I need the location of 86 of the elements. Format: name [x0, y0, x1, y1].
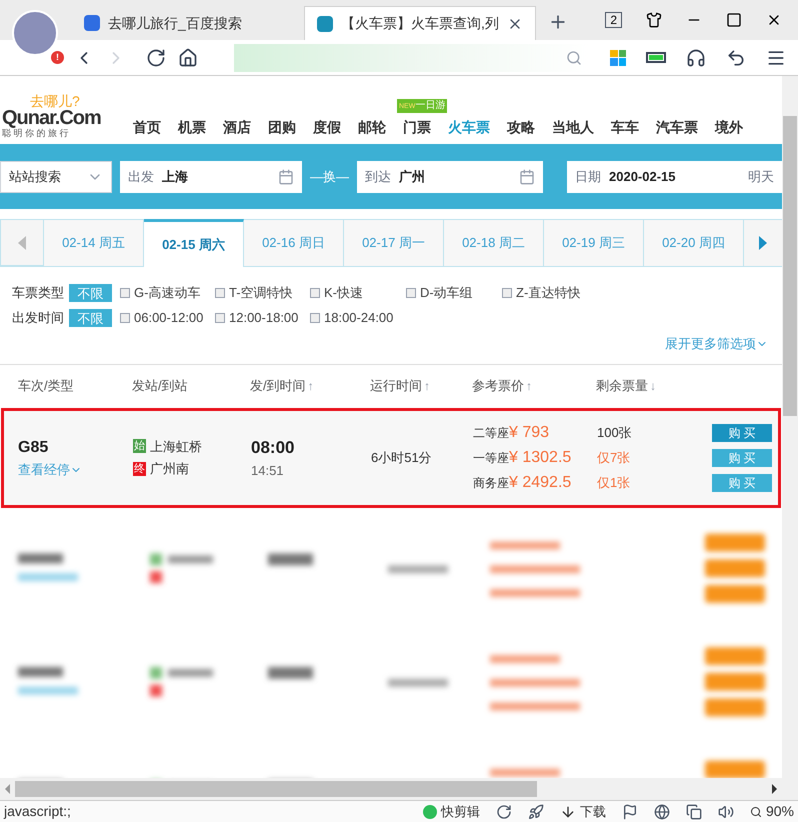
filter-checkbox[interactable]: 06:00-12:00 [120, 308, 215, 328]
nav-link[interactable]: 门票 [403, 119, 431, 135]
filter-checkbox[interactable]: K-快速 [310, 282, 406, 302]
arrival-station: 广州南 [150, 460, 189, 478]
departure-station: 上海虹桥 [150, 438, 202, 456]
flag-icon[interactable] [622, 804, 638, 820]
vertical-scrollbar[interactable] [782, 76, 798, 800]
download-button[interactable]: 下载 [580, 802, 606, 822]
nav-link[interactable]: 攻略 [507, 119, 535, 135]
arrival-time: 14:51 [251, 462, 285, 480]
nav-link[interactable]: 汽车票 [656, 119, 698, 135]
shirt-icon[interactable] [646, 12, 662, 28]
download-icon[interactable] [560, 804, 576, 820]
maximize-icon[interactable] [726, 12, 742, 28]
apps-icon[interactable] [610, 50, 626, 66]
filter-checkbox[interactable]: T-空调特快 [215, 282, 310, 302]
nav-link[interactable]: 当地人 [552, 119, 594, 135]
seat-class: 二等座 [473, 424, 509, 442]
filter-checkbox[interactable]: 18:00-24:00 [310, 308, 405, 328]
calendar-icon[interactable] [519, 168, 535, 184]
seat-class: 商务座 [473, 474, 509, 492]
date-field[interactable]: 日期 2020-02-15 明天 [567, 160, 782, 192]
refresh-icon[interactable] [496, 804, 512, 820]
date-tab[interactable]: 02-15 周六 [144, 219, 244, 267]
window-count[interactable]: 2 [605, 12, 622, 28]
next-dates-button[interactable] [744, 219, 782, 266]
volume-icon[interactable] [718, 804, 734, 820]
scroll-right-icon[interactable] [772, 784, 777, 794]
column-header: 发站/到站 [132, 377, 189, 396]
logo[interactable]: Qunar.Com [2, 108, 125, 128]
nav-link[interactable]: 团购 [268, 119, 296, 135]
filter-checkbox[interactable]: D-动车组 [406, 282, 502, 302]
nav-link[interactable]: 车车 [611, 119, 639, 135]
start-tag: 始 [133, 439, 146, 454]
remaining-tickets: 仅1张 [597, 474, 632, 492]
horizontal-scrollbar-thumb[interactable] [15, 781, 537, 797]
logo-slogan: 聪 明 你 的 旅 行 [2, 129, 70, 138]
nav-link[interactable]: 邮轮 [358, 119, 386, 135]
status-url: javascript:; [4, 802, 72, 821]
nav-link[interactable]: 酒店 [223, 119, 251, 135]
rocket-icon[interactable] [528, 804, 544, 820]
nav-link[interactable]: 度假 [313, 119, 341, 135]
filter-checkbox[interactable]: G-高速动车 [120, 282, 215, 302]
window-icon[interactable] [686, 804, 702, 820]
seat-price: ¥ 793 [509, 422, 550, 442]
filter-label: 出发时间 [12, 308, 65, 327]
remaining-tickets: 100张 [597, 424, 633, 442]
duration: 6小时51分 [371, 448, 433, 467]
seat-price: ¥ 1302.5 [509, 448, 572, 468]
seat-class: 一等座 [473, 450, 509, 466]
nav-link[interactable]: 首页 [133, 119, 161, 135]
browser-tab[interactable]: 【火车票】火车票查询,列 [304, 6, 536, 40]
filter-checkbox[interactable]: Z-直达特快 [502, 282, 597, 302]
end-tag: 终 [133, 462, 146, 476]
column-header[interactable]: 发/到时间↑ [250, 376, 370, 396]
clip-button[interactable]: 快剪辑 [422, 802, 480, 822]
search-icon[interactable] [566, 50, 582, 66]
filter-checkbox[interactable]: 12:00-18:00 [215, 308, 310, 328]
calendar-icon[interactable] [278, 168, 294, 184]
search-mode-select[interactable]: 站站搜索 [0, 160, 112, 192]
to-field[interactable]: 到达 广州 [357, 160, 543, 192]
alert-icon: ! [51, 51, 64, 64]
column-header[interactable]: 剩余票量↓ [596, 376, 696, 396]
column-header: 车次/类型 [17, 377, 75, 396]
logo-tagline: 去哪儿? [30, 94, 81, 108]
nav-link[interactable]: 境外 [715, 119, 743, 135]
zoom-level[interactable]: 90% [766, 801, 794, 822]
buy-button[interactable]: 购 买 [712, 424, 772, 442]
column-header[interactable]: 参考票价↑ [472, 376, 596, 396]
reload-icon[interactable] [146, 48, 166, 68]
undo-icon[interactable] [726, 48, 746, 68]
from-field[interactable]: 出发 上海 [120, 160, 302, 192]
remaining-tickets: 仅7张 [597, 448, 632, 467]
vertical-scrollbar-thumb[interactable] [783, 116, 797, 416]
zoom-icon[interactable] [750, 806, 762, 818]
browser-tab[interactable]: 去哪儿旅行_百度搜索 [72, 6, 304, 40]
train-number: G85 [18, 438, 50, 458]
home-icon[interactable] [178, 48, 198, 68]
column-header[interactable]: 运行时间↑ [370, 376, 472, 396]
filter-label: 车票类型 [12, 284, 65, 302]
nav-link[interactable]: 机票 [178, 119, 206, 135]
battery-icon[interactable] [646, 52, 666, 63]
globe-icon[interactable] [654, 804, 670, 820]
headphones-icon[interactable] [686, 48, 706, 68]
seat-price: ¥ 2492.5 [509, 472, 572, 492]
departure-time: 08:00 [251, 437, 296, 459]
